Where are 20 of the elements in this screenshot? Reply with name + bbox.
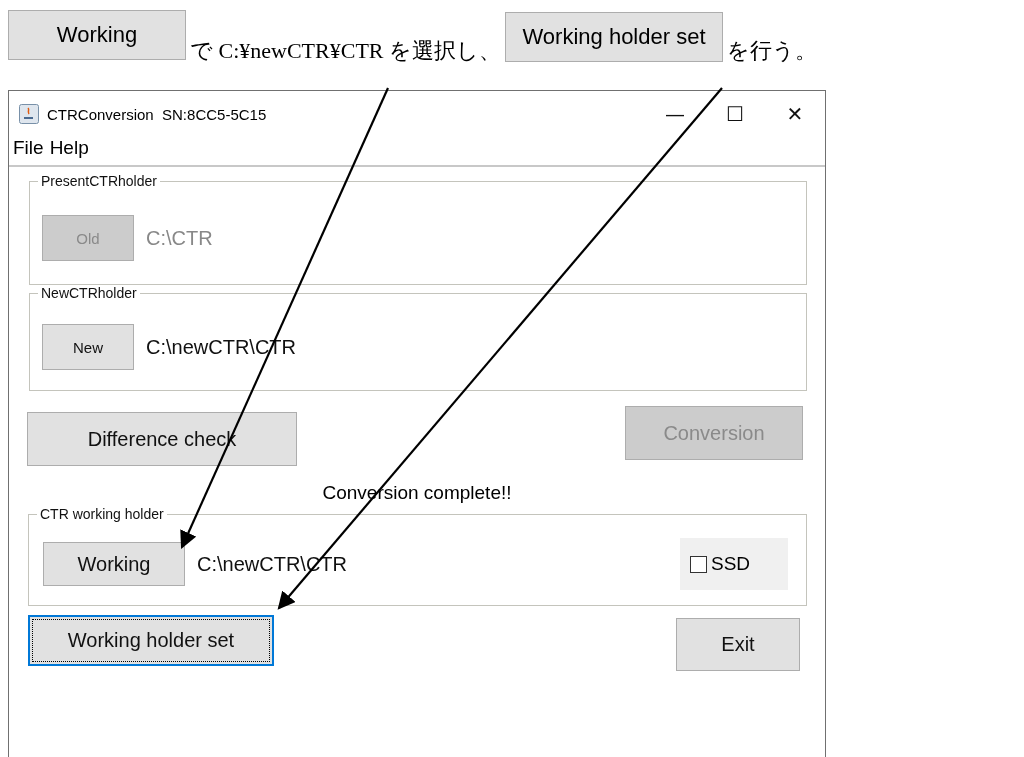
- menu-item[interactable]: File: [13, 137, 44, 159]
- group-label: CTR working holder: [37, 506, 167, 522]
- group-label: NewCTRholder: [38, 285, 140, 301]
- window-title: CTRConversion SN:8CC5-5C15: [47, 105, 268, 123]
- close-button[interactable]: ✕: [765, 91, 825, 137]
- minimize-button[interactable]: —: [645, 91, 705, 137]
- java-cup-icon: [19, 104, 39, 124]
- working-button[interactable]: Working: [43, 542, 185, 586]
- folder-select-button[interactable]: New: [42, 324, 134, 370]
- sample-button[interactable]: Working: [8, 10, 186, 60]
- menu-item[interactable]: Help: [49, 137, 89, 159]
- folder-path: C:\CTR: [146, 226, 213, 250]
- instruction-text: を行う。: [727, 37, 817, 65]
- exit-button[interactable]: Exit: [676, 618, 800, 671]
- ssd-checkbox[interactable]: SSD: [680, 538, 788, 590]
- instruction-text: で C:¥newCTR¥CTR を選択し、: [190, 37, 501, 65]
- maximize-button[interactable]: ☐: [705, 91, 765, 137]
- sample-button[interactable]: Working holder set: [505, 12, 723, 62]
- group-label: PresentCTRholder: [38, 173, 160, 189]
- working-holder-set-button[interactable]: Working holder set: [28, 615, 274, 666]
